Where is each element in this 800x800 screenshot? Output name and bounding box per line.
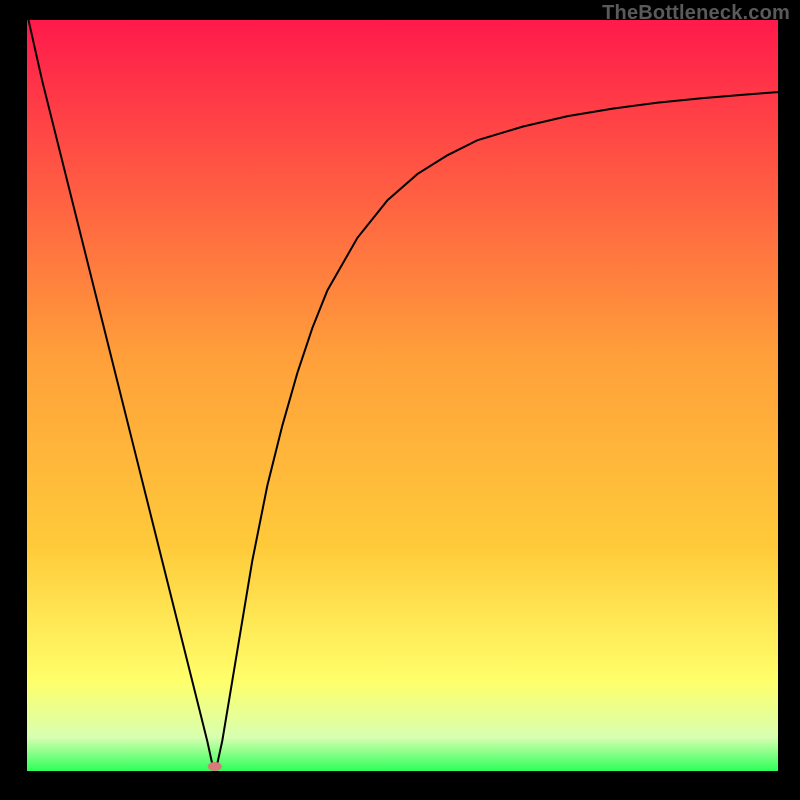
plot-area bbox=[27, 20, 778, 771]
chart-svg bbox=[27, 20, 778, 771]
watermark-text: TheBottleneck.com bbox=[602, 2, 790, 25]
min-point-marker bbox=[208, 762, 222, 771]
gradient-background bbox=[27, 20, 778, 771]
chart-frame: TheBottleneck.com bbox=[0, 0, 800, 800]
